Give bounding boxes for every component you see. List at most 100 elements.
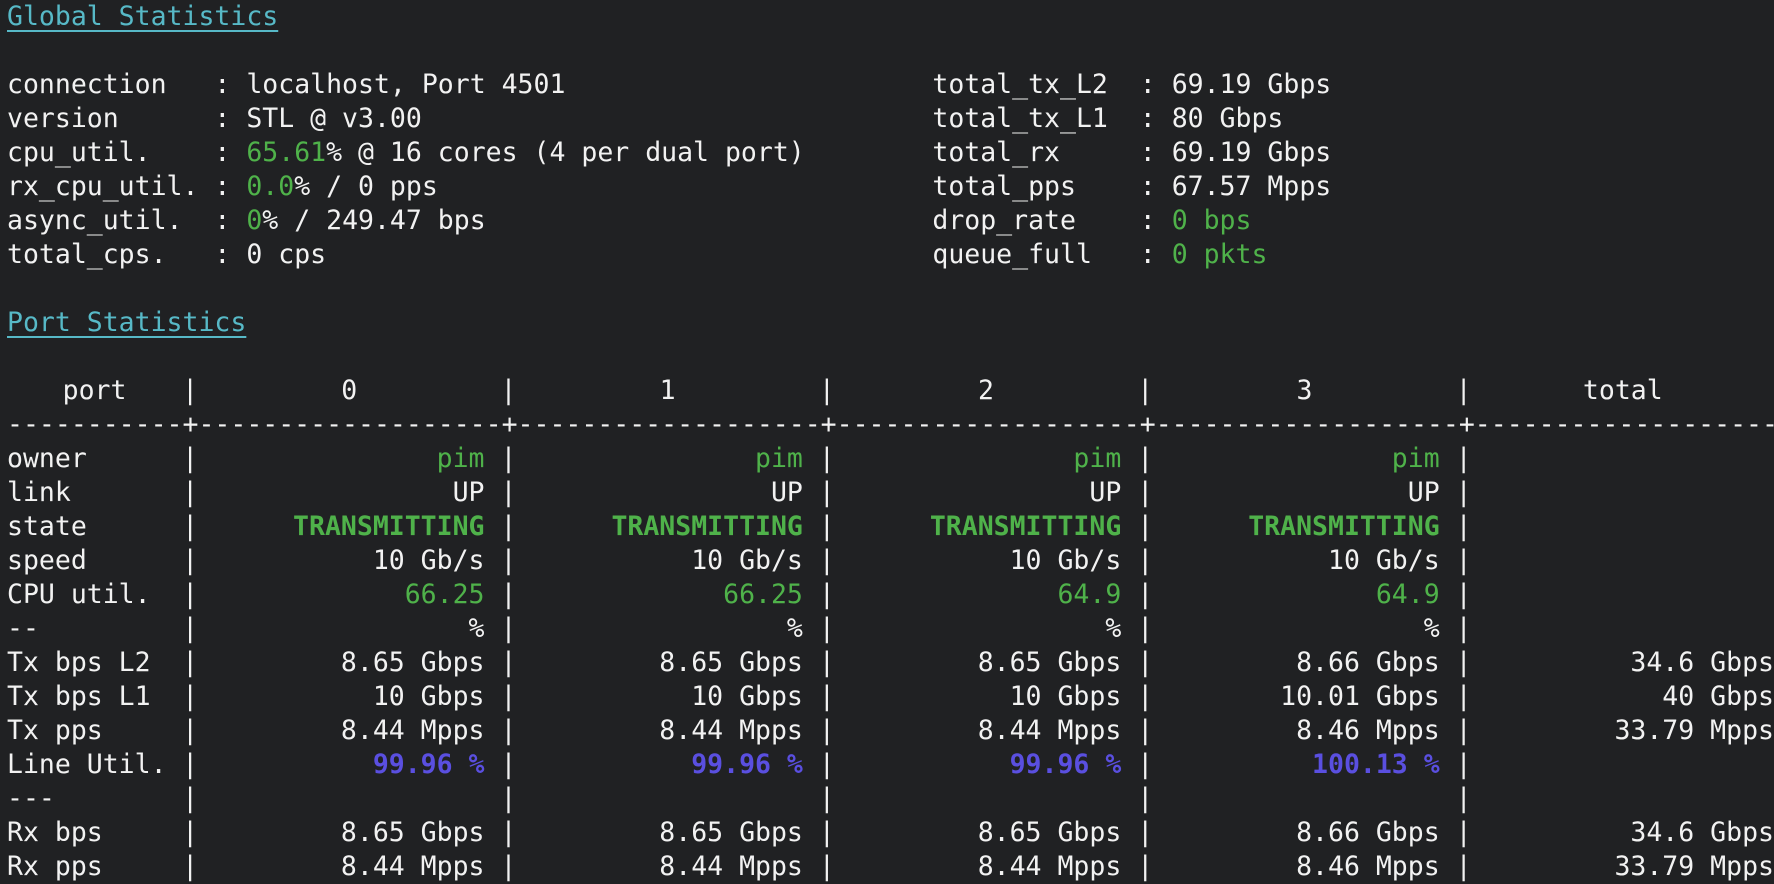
cell-content: 8.44 Mpps — [516, 714, 802, 748]
column-pipe: | — [500, 850, 516, 884]
column-pipe: | — [1456, 544, 1472, 578]
cell-content: TRANSMITTING — [198, 510, 484, 544]
cell-content: 10 Gbps — [516, 680, 802, 714]
colon-separator: : — [214, 238, 246, 272]
port-cell: 10 Gb/s — [198, 544, 500, 578]
value-segment: 80 Gbps — [1172, 102, 1284, 136]
total-cell — [1472, 544, 1774, 578]
port-cell: 99.96 % — [835, 748, 1137, 782]
port-cell: 8.66 Gbps — [1153, 646, 1455, 680]
separator-dashes: -----------+-------------------+--------… — [7, 408, 1774, 442]
cell-content: 99.96 % — [198, 748, 484, 782]
port-cell: UP — [835, 476, 1137, 510]
cell-content: 10 Gb/s — [516, 544, 802, 578]
port-cell: 8.44 Mpps — [835, 850, 1137, 884]
port-cell: 66.25% — [516, 578, 818, 612]
port-table-row: link|UP|UP|UP|UP| — [7, 476, 1774, 510]
port-cell: 8.44 Mpps — [516, 850, 818, 884]
column-pipe: | — [1456, 646, 1472, 680]
port-table-corner-label: port — [7, 374, 182, 408]
row-label: Tx pps — [7, 714, 182, 748]
cell-content: pim — [1153, 442, 1439, 476]
total-cell: 33.79 Mpps — [1472, 850, 1774, 884]
column-pipe: | — [819, 476, 835, 510]
colon-separator: : — [1140, 238, 1172, 272]
port-table-row: --||||| — [7, 612, 1774, 646]
stat-label: total_cps. — [7, 238, 214, 272]
stat-label: cpu_util. — [7, 136, 214, 170]
column-pipe: | — [819, 374, 835, 408]
row-label: --- — [7, 782, 182, 816]
column-pipe: | — [182, 850, 198, 884]
value-segment: 10 Gb/s — [516, 544, 802, 578]
column-pipe: | — [182, 782, 198, 816]
column-pipe: | — [1456, 748, 1472, 782]
stat-label: version — [7, 102, 214, 136]
stat-value: 0 bps — [1172, 204, 1252, 238]
column-pipe: | — [819, 850, 835, 884]
value-segment: 64.9 — [1153, 578, 1439, 612]
value-segment: 0 bps — [1172, 204, 1252, 238]
value-segment: % @ 16 cores (4 per dual port) — [326, 136, 805, 170]
global-stat-row: async_util.: 0% / 249.47 bpsdrop_rate: 0… — [7, 204, 1774, 238]
cell-content: 8.65 Gbps — [835, 816, 1121, 850]
value-segment: 10 Gb/s — [1153, 544, 1439, 578]
cell-content: 8.46 Mpps — [1153, 850, 1439, 884]
stat-value: 0% / 249.47 bps — [246, 204, 932, 238]
value-segment: 10 Gbps — [835, 680, 1121, 714]
stat-value: 0.0% / 0 pps — [246, 170, 932, 204]
total-cell — [1472, 442, 1774, 476]
port-cell: 99.96 % — [198, 748, 500, 782]
column-pipe: | — [1137, 612, 1153, 646]
column-pipe: | — [500, 680, 516, 714]
value-segment: pim — [835, 442, 1121, 476]
terminal-screen: Global Statistics connection: localhost,… — [0, 0, 1774, 884]
value-segment: 10.01 Gbps — [1153, 680, 1439, 714]
blank-line — [7, 34, 1774, 68]
value-segment: 0 — [246, 204, 262, 238]
value-segment: 66.25 — [198, 578, 484, 612]
colon-separator: : — [214, 102, 246, 136]
cell-content: 8.66 Gbps — [1153, 816, 1439, 850]
column-pipe: | — [819, 646, 835, 680]
cell-content: 33.79 Mpps — [1472, 714, 1774, 748]
value-segment: UP — [198, 476, 484, 510]
column-pipe: | — [819, 748, 835, 782]
column-pipe: | — [1456, 782, 1472, 816]
colon-separator: : — [214, 68, 246, 102]
stat-label: total_tx_L1 — [932, 102, 1139, 136]
colon-separator: : — [214, 136, 246, 170]
port-column-header: 3 — [1153, 374, 1455, 408]
column-pipe: | — [819, 544, 835, 578]
port-cell — [516, 782, 818, 816]
total-cell — [1472, 612, 1774, 646]
port-cell: pim — [516, 442, 818, 476]
port-cell: 8.66 Gbps — [1153, 816, 1455, 850]
value-segment: 8.66 Gbps — [1153, 646, 1439, 680]
port-table-row: speed|10 Gb/s|10 Gb/s|10 Gb/s|10 Gb/s| — [7, 544, 1774, 578]
value-segment: 10 Gb/s — [198, 544, 484, 578]
port-cell: pim — [1153, 442, 1455, 476]
value-segment: 99.96 % — [835, 748, 1121, 782]
value-segment: % / 0 pps — [294, 170, 438, 204]
port-cell: 8.65 Gbps — [835, 646, 1137, 680]
value-segment: UP — [835, 476, 1121, 510]
column-pipe: | — [500, 816, 516, 850]
cell-content: UP — [516, 476, 802, 510]
port-table-row: owner|pim|pim|pim|pim| — [7, 442, 1774, 476]
cell-content: 10 Gb/s — [835, 544, 1121, 578]
port-cell: 8.44 Mpps — [516, 714, 818, 748]
stat-value: localhost, Port 4501 — [246, 68, 932, 102]
global-stat-row: version: STL @ v3.00total_tx_L1: 80 Gbps — [7, 102, 1774, 136]
value-segment: localhost, Port 4501 — [246, 68, 565, 102]
cell-content: 10 Gb/s — [198, 544, 484, 578]
stat-label: queue_full — [932, 238, 1139, 272]
value-segment: 69.19 Gbps — [1172, 136, 1332, 170]
column-pipe: | — [819, 782, 835, 816]
value-segment: 34.6 Gbps — [1472, 646, 1774, 680]
column-pipe: | — [819, 816, 835, 850]
cell-content: 34.6 Gbps — [1472, 646, 1774, 680]
row-label: owner — [7, 442, 182, 476]
port-table-row: ---||||| — [7, 782, 1774, 816]
port-table-row: state|TRANSMITTING|TRANSMITTING|TRANSMIT… — [7, 510, 1774, 544]
